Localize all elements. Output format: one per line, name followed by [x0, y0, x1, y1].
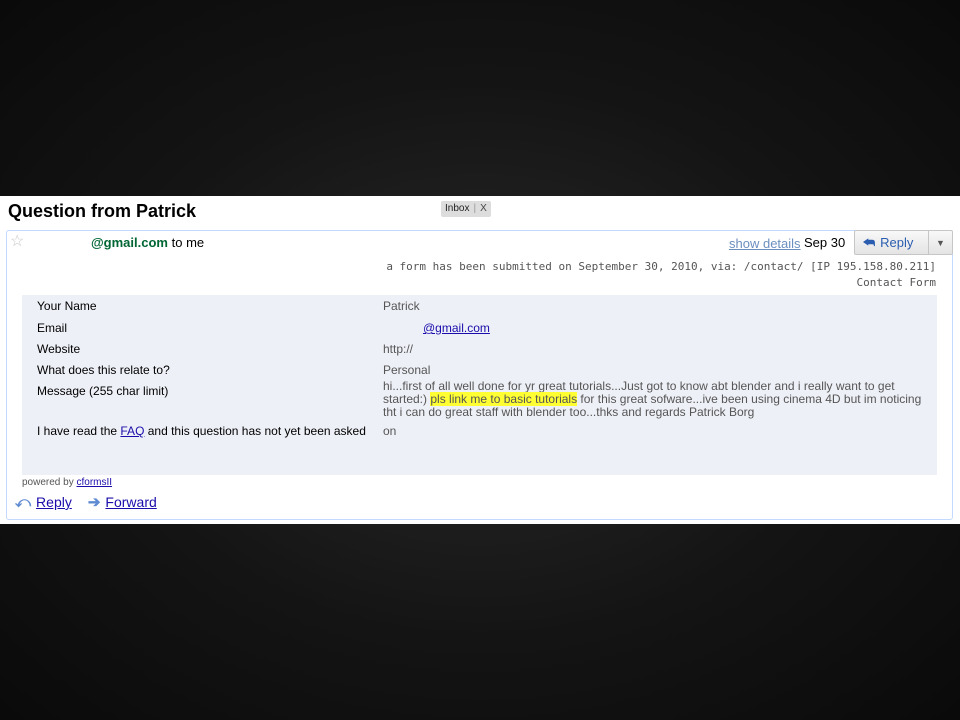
show-details-link[interactable]: show details — [729, 236, 801, 251]
sender-address[interactable]: @gmail.com — [91, 235, 168, 250]
meta-line-2: Contact Form — [856, 276, 936, 289]
message-card: ☆ @gmail.com to me show details Sep 30 ⮪… — [6, 230, 953, 520]
message-value: hi...first of all well done for yr great… — [383, 380, 937, 419]
faq-text-start: I have read the — [37, 424, 121, 438]
field-key: Your Name — [37, 299, 97, 313]
reply-button-label: Reply — [880, 235, 914, 250]
powered-by: powered by cformsII — [22, 477, 112, 488]
powered-by-text: powered by — [22, 477, 77, 488]
cforms-link[interactable]: cformsII — [76, 477, 112, 488]
submission-meta: a form has been submitted on September 3… — [386, 259, 936, 291]
reply-link[interactable]: ⤺ Reply — [15, 493, 72, 511]
more-actions-dropdown[interactable]: ▼ — [928, 231, 952, 254]
inbox-label[interactable]: Inbox | X — [441, 201, 491, 217]
email-subject: Question from Patrick — [8, 201, 197, 221]
reply-link-label: Reply — [36, 494, 72, 510]
reply-icon: ⤺ — [15, 493, 32, 511]
field-value: http:// — [383, 342, 414, 356]
field-key: What does this relate to? — [37, 363, 170, 377]
field-value: @gmail.com — [423, 321, 490, 335]
chevron-down-icon: ▼ — [936, 237, 945, 248]
message-highlight: pls link me to basic tutorials — [430, 392, 578, 406]
field-key: Website — [37, 342, 81, 356]
field-key: I have read the FAQ and this question ha… — [37, 424, 366, 438]
remove-label-button[interactable]: X — [480, 201, 487, 217]
email-value-link[interactable]: @gmail.com — [423, 321, 490, 335]
reply-button-group: ⮪ Reply ▼ — [854, 230, 953, 255]
forward-icon: ➔ — [87, 494, 101, 511]
faq-text-end: and this question has not yet been asked — [144, 424, 366, 438]
star-icon[interactable]: ☆ — [10, 231, 24, 251]
field-value: Patrick — [383, 299, 420, 313]
message-actions: ⤺ Reply ➔ Forward — [15, 493, 157, 512]
label-separator: | — [473, 203, 477, 214]
forward-link-label: Forward — [105, 494, 157, 510]
email-view: Question from Patrick Inbox | X ☆ @gmail… — [0, 196, 960, 524]
meta-line-1: a form has been submitted on September 3… — [386, 260, 936, 273]
reply-arrow-icon: ⮪ — [863, 234, 876, 250]
field-key: Message (255 char limit) — [37, 384, 169, 398]
reply-button[interactable]: ⮪ Reply — [855, 231, 928, 254]
inbox-label-text[interactable]: Inbox — [445, 201, 469, 217]
sender-line: @gmail.com to me — [91, 235, 204, 250]
message-date: Sep 30 — [804, 235, 846, 250]
field-value: Personal — [383, 363, 431, 377]
recipient-text: to me — [171, 235, 205, 250]
field-key: Email — [37, 321, 68, 335]
faq-link[interactable]: FAQ — [120, 424, 144, 438]
forward-link[interactable]: ➔ Forward — [88, 493, 157, 511]
field-value: on — [383, 424, 397, 438]
form-fields-table: Your Name Patrick Email @gmail.com Websi… — [22, 295, 937, 475]
